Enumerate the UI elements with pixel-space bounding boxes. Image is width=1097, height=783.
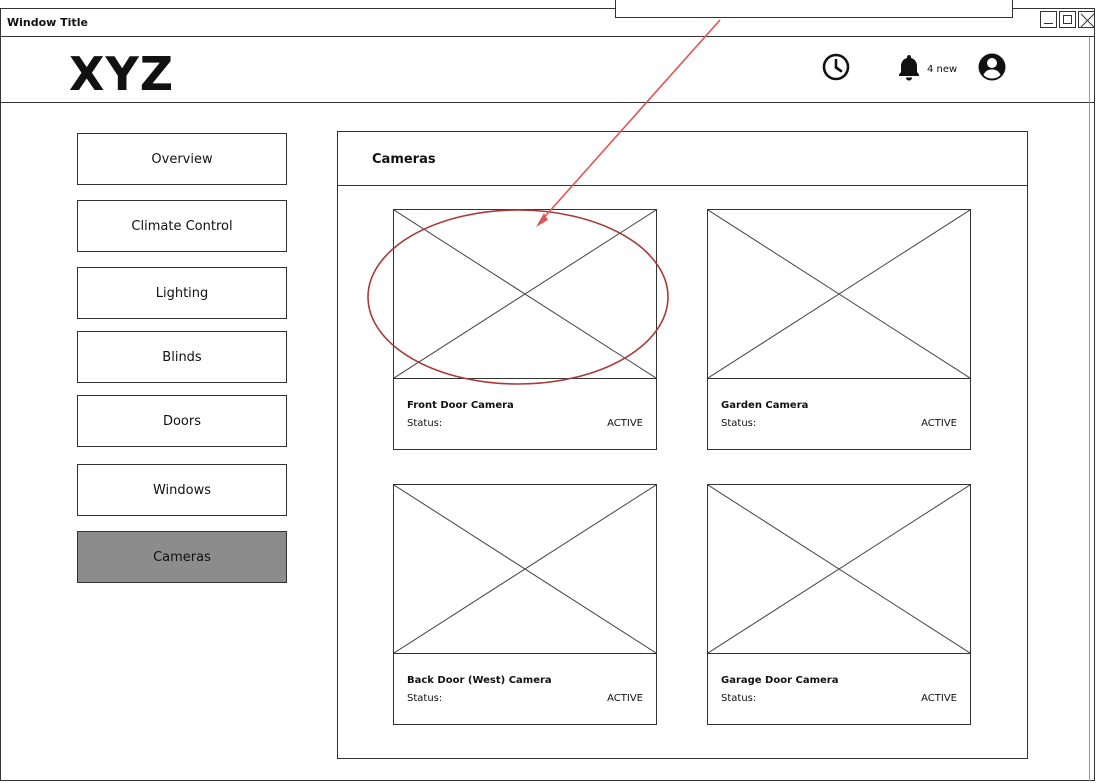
camera-card-garden[interactable]: Garden Camera Status: ACTIVE (707, 209, 971, 450)
camera-image-placeholder (394, 210, 656, 379)
camera-status-value: ACTIVE (607, 418, 643, 429)
sidebar-item-blinds[interactable]: Blinds (77, 331, 287, 383)
camera-status-label: Status: (407, 418, 443, 429)
header-actions: 4 new (821, 52, 1007, 86)
cameras-panel: Cameras Front Door Camera Status: ACTIVE… (337, 131, 1028, 759)
sidebar-item-cameras[interactable]: Cameras (77, 531, 287, 583)
annotation-callout-box (615, 0, 1013, 18)
camera-card-front-door[interactable]: Front Door Camera Status: ACTIVE (393, 209, 657, 450)
user-avatar-icon[interactable] (977, 52, 1007, 86)
camera-name: Garage Door Camera (721, 675, 839, 686)
camera-image-placeholder (708, 210, 970, 379)
sidebar-item-climate-control[interactable]: Climate Control (77, 200, 287, 252)
camera-name: Garden Camera (721, 400, 809, 411)
close-icon[interactable] (1078, 11, 1095, 28)
clock-icon[interactable] (821, 52, 851, 86)
notifications-button[interactable]: 4 new (897, 53, 957, 85)
sidebar-item-doors[interactable]: Doors (77, 395, 287, 447)
window-controls (1040, 11, 1095, 28)
notification-count: 4 new (927, 63, 958, 75)
scrollbar[interactable] (1089, 37, 1097, 781)
camera-card-garage-door[interactable]: Garage Door Camera Status: ACTIVE (707, 484, 971, 725)
sidebar-item-lighting[interactable]: Lighting (77, 267, 287, 319)
camera-status-value: ACTIVE (921, 693, 957, 704)
camera-status-value: ACTIVE (921, 418, 957, 429)
camera-name: Back Door (West) Camera (407, 675, 552, 686)
camera-card-back-door-west[interactable]: Back Door (West) Camera Status: ACTIVE (393, 484, 657, 725)
camera-status-label: Status: (721, 418, 757, 429)
camera-image-placeholder (708, 485, 970, 654)
sidebar-item-overview[interactable]: Overview (77, 133, 287, 185)
panel-header: Cameras (338, 132, 1027, 186)
bell-icon (897, 53, 921, 85)
camera-image-placeholder (394, 485, 656, 654)
window-title: Window Title (7, 16, 88, 29)
camera-status-value: ACTIVE (607, 693, 643, 704)
sidebar-item-windows[interactable]: Windows (77, 464, 287, 516)
camera-status-label: Status: (407, 693, 443, 704)
maximize-icon[interactable] (1059, 11, 1076, 28)
camera-status-label: Status: (721, 693, 757, 704)
camera-name: Front Door Camera (407, 400, 514, 411)
app-header: XYZ 4 new (1, 37, 1094, 103)
minimize-icon[interactable] (1040, 11, 1057, 28)
logo: XYZ (69, 47, 175, 101)
page-title: Cameras (372, 152, 436, 167)
